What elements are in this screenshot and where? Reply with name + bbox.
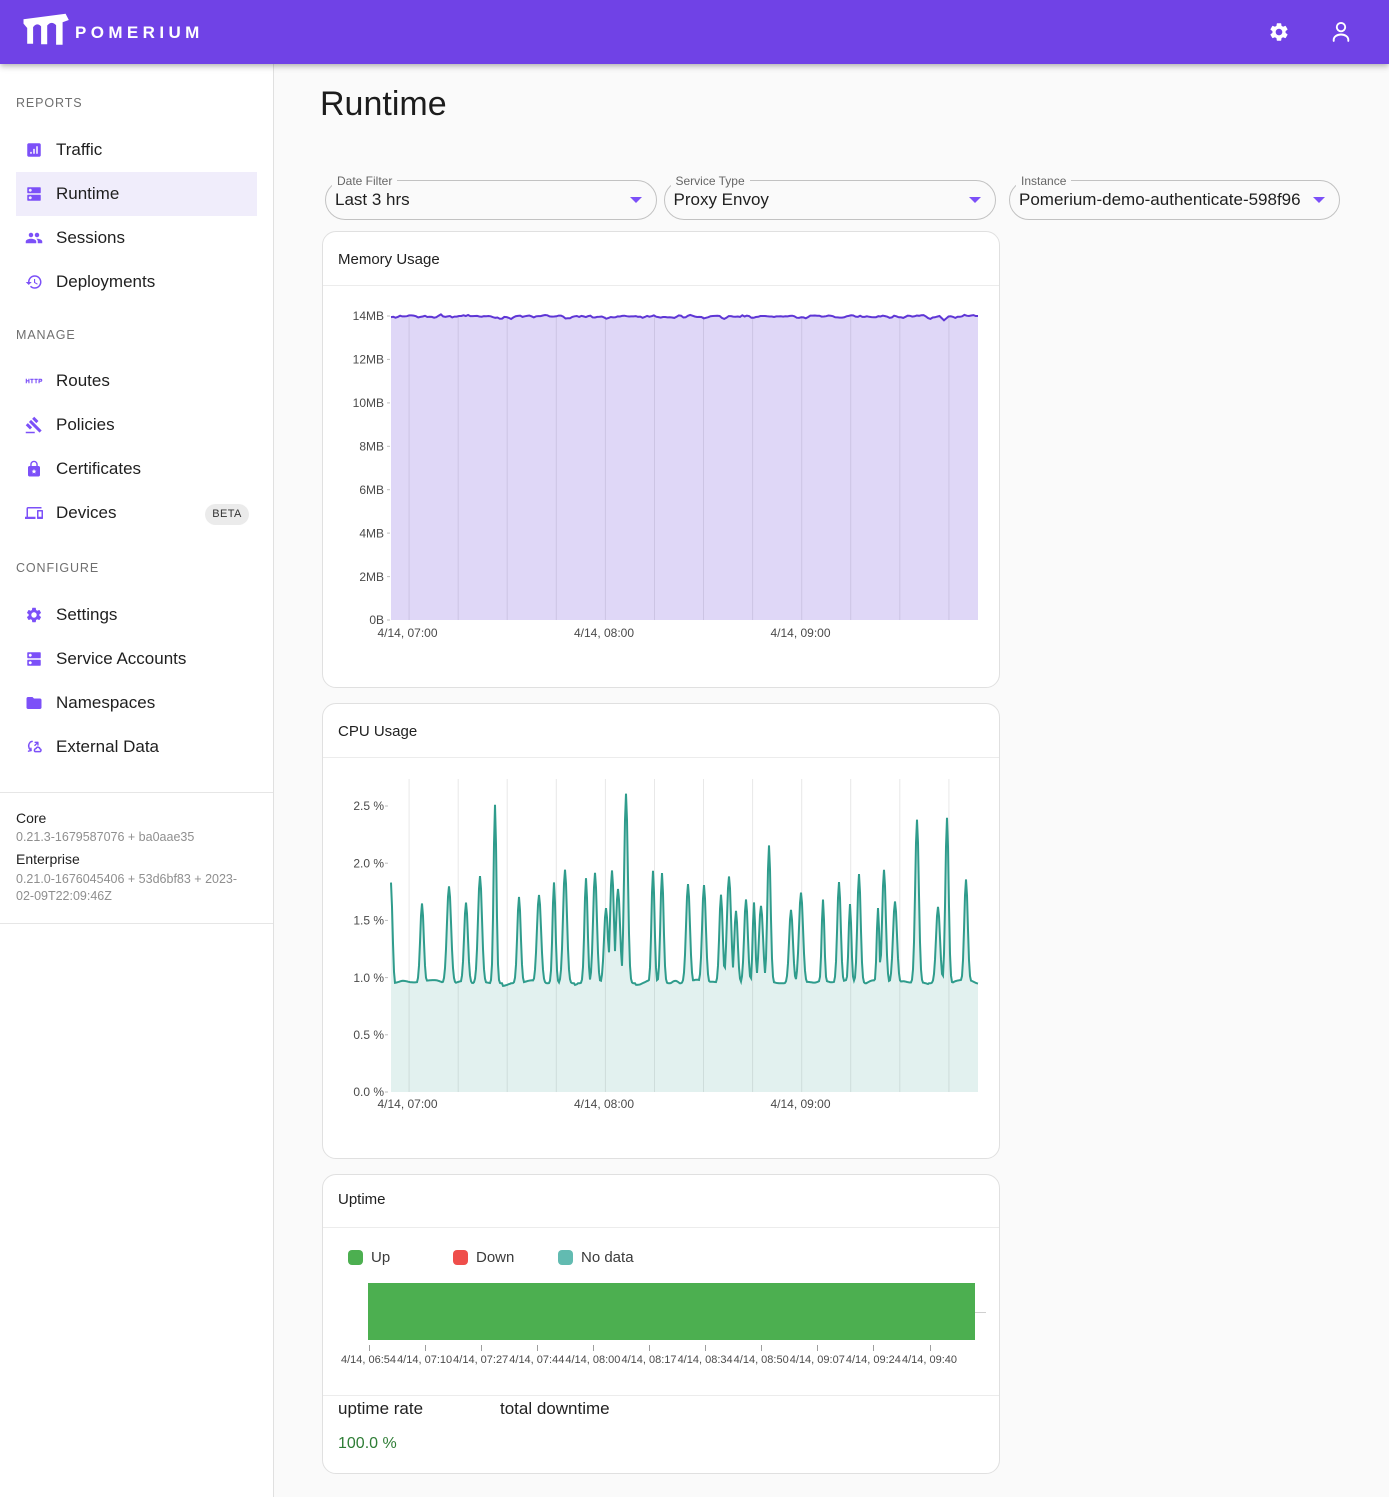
svg-text:4/14, 09:00: 4/14, 09:00: [770, 1097, 830, 1111]
svg-text:1.0 %: 1.0 %: [353, 971, 384, 985]
svg-text:2.0 %: 2.0 %: [353, 856, 384, 870]
svg-text:4/14, 08:00: 4/14, 08:00: [574, 626, 634, 640]
svg-text:1.5 %: 1.5 %: [353, 914, 384, 928]
svg-text:6MB: 6MB: [359, 483, 384, 497]
svg-text:2MB: 2MB: [359, 570, 384, 584]
svg-text:12MB: 12MB: [353, 353, 384, 367]
svg-text:4MB: 4MB: [359, 526, 384, 540]
svg-text:14MB: 14MB: [353, 309, 384, 323]
svg-text:2.5 %: 2.5 %: [353, 799, 384, 813]
svg-text:0.5 %: 0.5 %: [353, 1028, 384, 1042]
svg-text:4/14, 07:00: 4/14, 07:00: [377, 626, 437, 640]
svg-text:4/14, 09:00: 4/14, 09:00: [770, 626, 830, 640]
svg-text:10MB: 10MB: [353, 396, 384, 410]
svg-text:8MB: 8MB: [359, 440, 384, 454]
svg-text:4/14, 08:00: 4/14, 08:00: [574, 1097, 634, 1111]
svg-text:4/14, 07:00: 4/14, 07:00: [377, 1097, 437, 1111]
